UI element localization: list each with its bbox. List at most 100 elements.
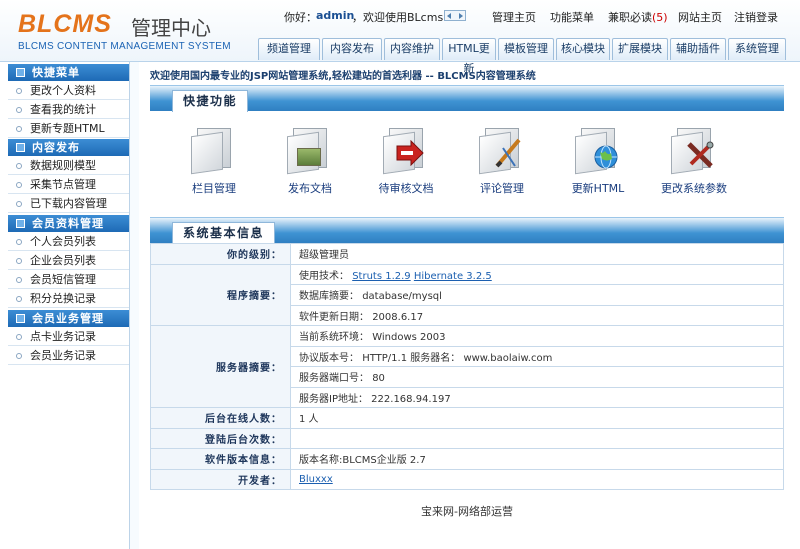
sidebar-item-label: 查看我的统计 — [30, 103, 96, 116]
quick-item-system-params[interactable]: 更改系统参数 — [652, 126, 736, 196]
ip-value: 222.168.94.197 — [371, 393, 451, 405]
footer: 宝来网-网络部运营 — [421, 505, 513, 518]
bullet-icon — [16, 126, 22, 132]
quick-item-update-html[interactable]: 更新HTML — [556, 126, 640, 196]
tab-extend[interactable]: 扩展模块 — [612, 38, 668, 60]
developer-key: 开发者： — [150, 468, 291, 490]
sidebar-section-content[interactable]: 内容发布 — [8, 139, 129, 156]
hibernate-link[interactable]: Hibernate 3.2.5 — [414, 271, 492, 282]
tab-maintain[interactable]: 内容维护 — [384, 38, 440, 60]
wrench-screwdriver-shape — [687, 141, 714, 168]
quick-item-label[interactable]: 评论管理 — [460, 180, 544, 196]
system-info-table: 你的级别： 超级管理员 程序摘要： 使用技术： Struts 1.2.9 Hib… — [150, 243, 784, 490]
tab-publish[interactable]: 内容发布 — [322, 38, 382, 60]
sidebar-item-collect-nodes[interactable]: 采集节点管理 — [8, 175, 129, 194]
struts-link[interactable]: Struts 1.2.9 — [352, 271, 410, 282]
update-cell: 软件更新日期： 2008.6.17 — [290, 304, 784, 326]
db-value: database/mysql — [362, 291, 442, 303]
sidebar-item-points-exchange[interactable]: 积分兑换记录 — [8, 289, 129, 308]
sidebar-item-card-records[interactable]: 点卡业务记录 — [8, 327, 129, 346]
greeting-prefix: 你好： — [284, 11, 317, 24]
tab-system[interactable]: 系统管理 — [728, 38, 786, 60]
sidebar-section-title: 内容发布 — [32, 141, 80, 154]
quick-functions-title: 快捷功能 — [172, 90, 249, 112]
sidebar-item-downloaded-content[interactable]: 已下载内容管理 — [8, 194, 129, 213]
server-name-value: www.baolaiw.com — [463, 352, 553, 364]
quick-item-label[interactable]: 栏目管理 — [172, 180, 256, 196]
db-label: 数据库摘要： — [299, 291, 359, 303]
proto-value: HTTP/1.1 — [362, 352, 408, 364]
logo-title: 管理中心 — [131, 16, 211, 40]
quick-item-label[interactable]: 发布文档 — [268, 180, 352, 196]
db-cell: 数据库摘要： database/mysql — [290, 284, 784, 306]
sidebar-item-data-rules[interactable]: 数据规则模型 — [8, 156, 129, 175]
folder-icon[interactable] — [191, 126, 237, 175]
quick-item-label[interactable]: 待审核文档 — [364, 180, 448, 196]
tab-core[interactable]: 核心模块 — [556, 38, 610, 60]
quick-item-column-manage[interactable]: 栏目管理 — [172, 126, 256, 196]
link-parttime-label: 兼职必读 — [608, 11, 652, 24]
sidebar: 快捷菜单 更改个人资料 查看我的统计 更新专题HTML 内容发布 数据规则模型 … — [8, 62, 129, 549]
quick-item-label[interactable]: 更新HTML — [556, 180, 640, 196]
bullet-icon — [16, 353, 22, 359]
sidebar-section-title: 快捷菜单 — [32, 66, 80, 79]
sidebar-item-label: 积分兑换记录 — [30, 292, 96, 305]
bullet-icon — [16, 182, 22, 188]
port-cell: 服务器端口号： 80 — [290, 366, 784, 388]
sidebar-section-member-business[interactable]: 会员业务管理 — [8, 310, 129, 327]
pen-icon — [495, 138, 521, 168]
developer-link[interactable]: Bluxxx — [299, 474, 333, 485]
tab-template[interactable]: 模板管理 — [498, 38, 554, 60]
document-icon[interactable] — [287, 126, 333, 175]
sidebar-item-company-members[interactable]: 企业会员列表 — [8, 251, 129, 270]
bullet-icon — [16, 296, 22, 302]
bullet-icon — [16, 201, 22, 207]
sidebar-item-edit-profile[interactable]: 更改个人资料 — [8, 81, 129, 100]
section-icon — [16, 143, 25, 152]
comment-icon[interactable] — [479, 126, 525, 175]
program-key: 程序摘要： — [150, 263, 291, 326]
tab-plugins[interactable]: 辅助插件 — [670, 38, 726, 60]
link-admin-home[interactable]: 管理主页 — [492, 9, 536, 25]
sidebar-item-update-topic-html[interactable]: 更新专题HTML — [8, 119, 129, 138]
link-logout[interactable]: 注销登录 — [734, 9, 778, 25]
sidebar-item-business-records[interactable]: 会员业务记录 — [8, 346, 129, 365]
sidebar-item-personal-members[interactable]: 个人会员列表 — [8, 232, 129, 251]
photo-thumb — [297, 148, 321, 166]
tab-channel[interactable]: 频道管理 — [258, 38, 320, 60]
server-name-label: 服务器名： — [410, 352, 461, 364]
tools-icon[interactable] — [671, 126, 717, 175]
quick-item-publish-doc[interactable]: 发布文档 — [268, 126, 352, 196]
tech-label: 使用技术： — [299, 270, 349, 282]
bullet-icon — [16, 163, 22, 169]
link-parttime[interactable]: 兼职必读(5) — [608, 9, 668, 25]
ip-cell: 服务器IP地址： 222.168.94.197 — [290, 386, 784, 408]
quick-item-pending-docs[interactable]: 待审核文档 — [364, 126, 448, 196]
sidebar-section-member-info[interactable]: 会员资料管理 — [8, 215, 129, 232]
system-info-header: 系统基本信息 — [150, 217, 784, 244]
quick-item-comment-manage[interactable]: 评论管理 — [460, 126, 544, 196]
scroll-arrows-icon[interactable] — [444, 10, 466, 21]
version-value: 版本名称:BLCMS企业版 2.7 — [290, 448, 784, 470]
system-info-title: 系统基本信息 — [172, 222, 276, 244]
link-function-menu[interactable]: 功能菜单 — [550, 9, 594, 25]
tab-html[interactable]: HTML更新 — [442, 38, 496, 75]
sidebar-item-my-stats[interactable]: 查看我的统计 — [8, 100, 129, 119]
table-row: 程序摘要： 使用技术： Struts 1.2.9 Hibernate 3.2.5 — [150, 263, 784, 326]
online-value: 1 人 — [290, 407, 784, 429]
sidebar-section-quick[interactable]: 快捷菜单 — [8, 64, 129, 81]
greeting-suffix: ，欢迎使用BLcms. — [352, 11, 447, 24]
quick-item-label[interactable]: 更改系统参数 — [652, 180, 736, 196]
section-icon — [16, 314, 25, 323]
sidebar-item-member-sms[interactable]: 会员短信管理 — [8, 270, 129, 289]
arrow-right-icon[interactable] — [459, 13, 463, 19]
table-row: 开发者： Bluxxx — [150, 468, 784, 490]
globe-icon[interactable] — [575, 126, 621, 175]
pending-document-icon[interactable] — [383, 126, 429, 175]
sidebar-item-label: 更新专题HTML — [30, 122, 105, 135]
sidebar-item-label: 更改个人资料 — [30, 84, 96, 97]
table-row: 后台在线人数： 1 人 — [150, 407, 784, 429]
arrow-left-icon[interactable] — [447, 13, 451, 19]
link-site-home[interactable]: 网站主页 — [678, 9, 722, 25]
sidebar-section-title: 会员资料管理 — [32, 217, 104, 230]
